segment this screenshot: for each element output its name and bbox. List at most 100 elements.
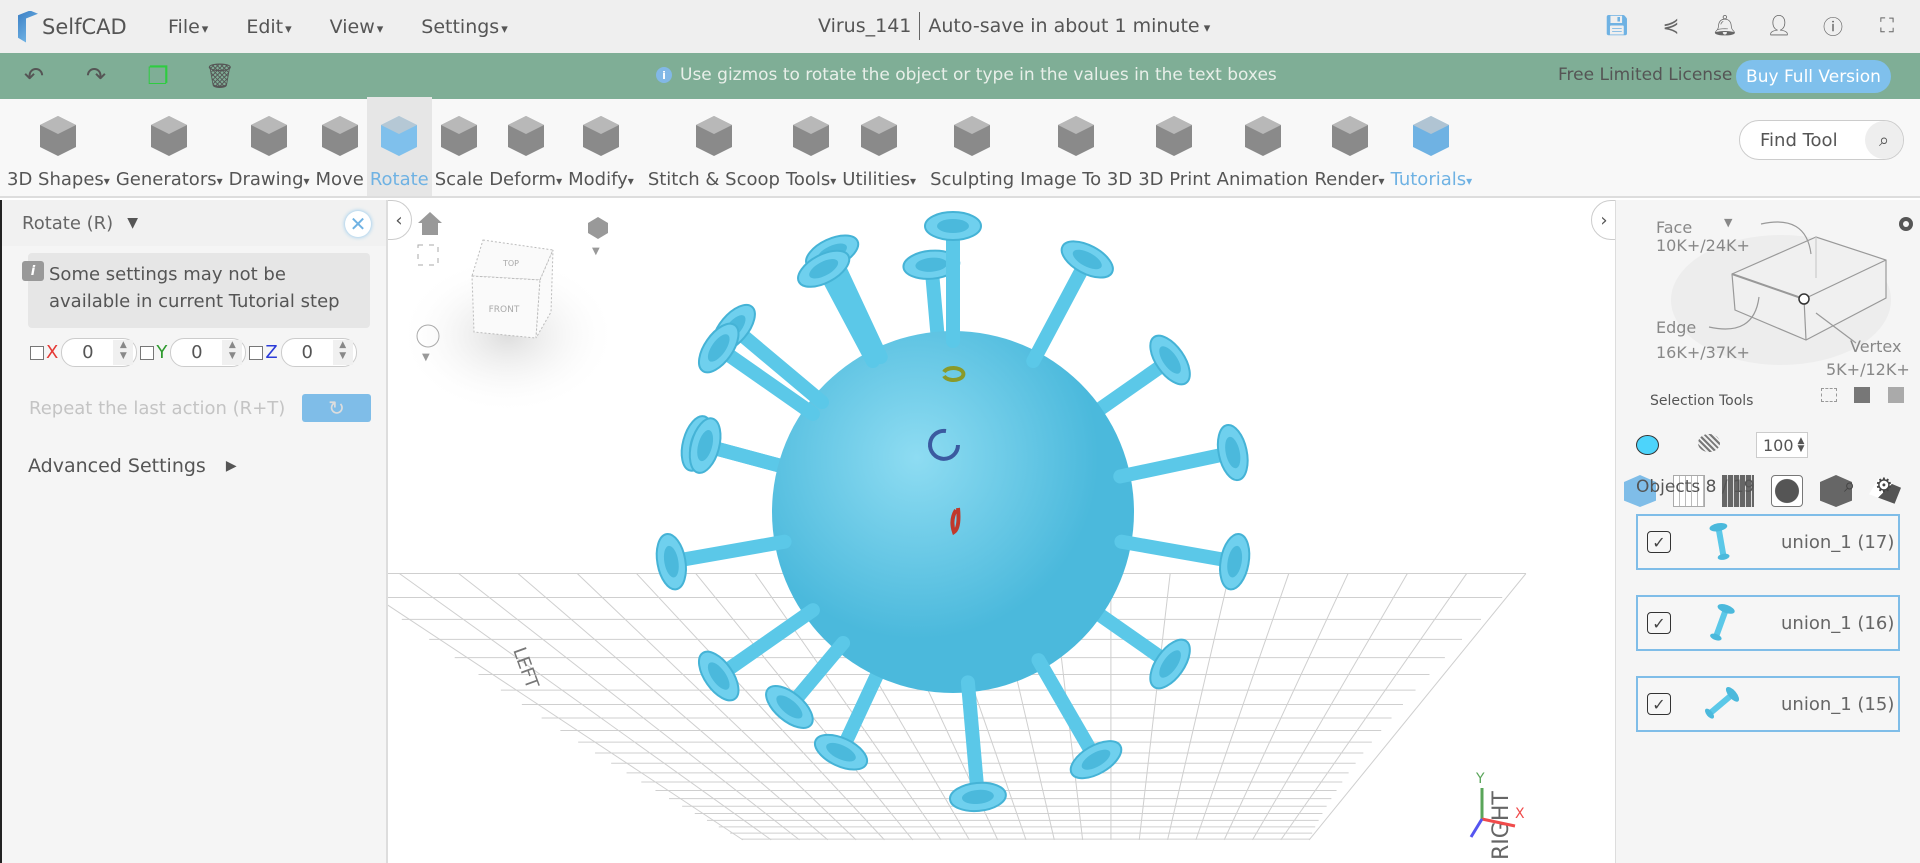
tool-modify[interactable]: Modify [565, 97, 637, 196]
scene[interactable]: TOP FRONT LEFT RIGHT Y X ▼ ▼ [388, 200, 1615, 863]
x-lock-checkbox[interactable] [30, 345, 44, 360]
virus-spike[interactable] [810, 659, 888, 777]
object-list-item[interactable]: ✓ union_1 (16) [1636, 595, 1900, 651]
virus-spike[interactable] [759, 635, 851, 736]
tool-rotate[interactable]: Rotate [366, 97, 432, 196]
z-rotation-input[interactable]: 0 ▲ ▼ [280, 338, 357, 367]
undo-icon[interactable]: ↶ [20, 62, 48, 90]
tool-utilities[interactable]: Utilities [839, 97, 919, 196]
cube-icon [36, 113, 80, 159]
virus-spike[interactable] [1086, 603, 1198, 695]
advanced-settings-toggle[interactable]: Advanced Settings ▶ [28, 455, 237, 477]
buy-full-version-button[interactable]: Buy Full Version [1736, 60, 1891, 93]
virus-spike[interactable] [1114, 532, 1253, 592]
3d-viewport[interactable]: TOP FRONT LEFT RIGHT Y X ▼ ▼ ‹ › [388, 200, 1615, 863]
search-objects-icon[interactable]: ⌕ [1844, 473, 1855, 497]
z-lock-checkbox[interactable] [249, 345, 264, 360]
x-rotation-input[interactable]: 0 ▲ ▼ [61, 338, 138, 367]
edge-mode-label[interactable]: Edge [1656, 318, 1696, 337]
find-tool-input[interactable]: Find Tool ⌕ [1739, 120, 1904, 160]
y-lock-checkbox[interactable] [140, 345, 155, 360]
face-dropdown-icon[interactable]: ▼ [1724, 216, 1732, 229]
stepper-icon[interactable]: ▲ ▼ [332, 340, 353, 365]
tool-move[interactable]: Move [313, 97, 367, 196]
object-name: union_1 (16) [1781, 612, 1895, 634]
repeat-button[interactable]: ↻ [302, 394, 371, 422]
tool-render[interactable]: Render [1311, 97, 1387, 196]
search-icon[interactable]: ⌕ [1865, 121, 1903, 159]
rotate-icon [377, 113, 421, 159]
tutorial-notice: i Some settings may not be available in c… [22, 253, 370, 328]
objects-settings-gear-icon[interactable]: ⚙ [1875, 473, 1893, 497]
virus-spike[interactable] [1113, 422, 1252, 484]
tool-animation[interactable]: Animation [1214, 97, 1312, 196]
box-select-icon[interactable] [1821, 388, 1837, 402]
color-picker[interactable] [1636, 435, 1659, 455]
modify-icon [579, 113, 623, 159]
tutorials-icon [1409, 113, 1453, 159]
tool-tools[interactable]: Tools [783, 97, 839, 196]
object-list-item[interactable]: ✓ union_1 (15) [1636, 676, 1900, 732]
visibility-checkbox[interactable]: ✓ [1647, 531, 1671, 553]
tool-generators[interactable]: Generators [113, 97, 226, 196]
gear-icon[interactable] [1899, 217, 1913, 231]
solid-select-icon[interactable] [1771, 475, 1803, 507]
user-icon[interactable]: 👤︎ [1766, 12, 1792, 38]
virus-spike[interactable] [691, 317, 820, 421]
logo[interactable]: SelfCAD [18, 10, 168, 43]
projection-dropdown-icon[interactable]: ▼ [592, 246, 600, 257]
bell-icon[interactable]: 🔔︎ [1712, 12, 1738, 38]
tool-drawing[interactable]: Drawing [226, 97, 313, 196]
document-title[interactable]: Virus_141 [818, 15, 911, 37]
select-visible-icon[interactable] [1888, 387, 1904, 403]
menu-file[interactable]: File [168, 16, 208, 38]
virus-spike[interactable] [1026, 234, 1118, 369]
stepper-icon[interactable]: ▲ ▼ [1798, 437, 1805, 454]
menu-view[interactable]: View [330, 16, 384, 38]
copy-icon[interactable]: ❐ [144, 62, 172, 90]
zoom-fit-icon[interactable] [417, 244, 439, 266]
home-icon[interactable] [418, 212, 442, 235]
opacity-input[interactable]: 100 ▲ ▼ [1756, 432, 1808, 458]
virus-spike[interactable] [653, 532, 792, 592]
save-icon[interactable]: 💾︎ [1604, 12, 1630, 38]
virus-spike[interactable] [684, 415, 795, 476]
info-icon[interactable]: ⓘ [1820, 12, 1846, 39]
material-icon[interactable] [1698, 434, 1720, 452]
projection-icon[interactable] [588, 217, 608, 239]
panel-title: Rotate (R) [22, 212, 114, 234]
autosave-dropdown[interactable]: Auto-save in about 1 minute [928, 15, 1210, 37]
share-icon[interactable]: ⋞ [1658, 12, 1684, 38]
face-mode-label[interactable]: Face [1656, 218, 1692, 237]
tool-image-to-3d[interactable]: Image To 3D [1017, 97, 1135, 196]
select-through-icon[interactable] [1854, 387, 1870, 403]
tool-scale[interactable]: Scale [432, 97, 486, 196]
trash-icon[interactable]: 🗑︎ [205, 62, 235, 90]
y-rotation-input[interactable]: 0 ▲ ▼ [170, 338, 247, 367]
fullscreen-icon[interactable]: ⛶ [1874, 12, 1900, 38]
stepper-icon[interactable]: ▲ ▼ [113, 340, 134, 365]
view-cube[interactable]: TOP FRONT [471, 239, 554, 339]
vertex-mode-label[interactable]: Vertex [1850, 337, 1901, 356]
tool-stitch-scoop[interactable]: Stitch & Scoop [645, 97, 783, 196]
virus-spike[interactable] [1086, 329, 1198, 421]
tool-deform[interactable]: Deform [486, 97, 565, 196]
tool-sculpting[interactable]: Sculpting [927, 97, 1017, 196]
menu-settings[interactable]: Settings [421, 16, 507, 38]
visibility-checkbox[interactable]: ✓ [1647, 693, 1671, 715]
object-list-item[interactable]: ✓ union_1 (17) [1636, 514, 1900, 570]
tool-tutorials[interactable]: Tutorials [1388, 97, 1476, 196]
object-name: union_1 (17) [1781, 531, 1895, 553]
stepper-icon[interactable]: ▲ ▼ [222, 340, 243, 365]
visibility-checkbox[interactable]: ✓ [1647, 612, 1671, 634]
tool-3d-shapes[interactable]: 3D Shapes [4, 97, 113, 196]
menu-edit[interactable]: Edit [246, 16, 291, 38]
close-panel-button[interactable]: ✕ [345, 211, 371, 237]
dropdown-icon[interactable]: ▼ [127, 215, 138, 231]
tool-label: Rotate [369, 169, 429, 190]
tool-label: Animation [1216, 169, 1309, 190]
tool-3d-print[interactable]: 3D Print [1135, 97, 1213, 196]
redo-icon[interactable]: ↷ [82, 62, 110, 90]
orbit-dropdown-icon[interactable]: ▼ [422, 352, 430, 363]
virus-spike[interactable] [1031, 653, 1128, 786]
